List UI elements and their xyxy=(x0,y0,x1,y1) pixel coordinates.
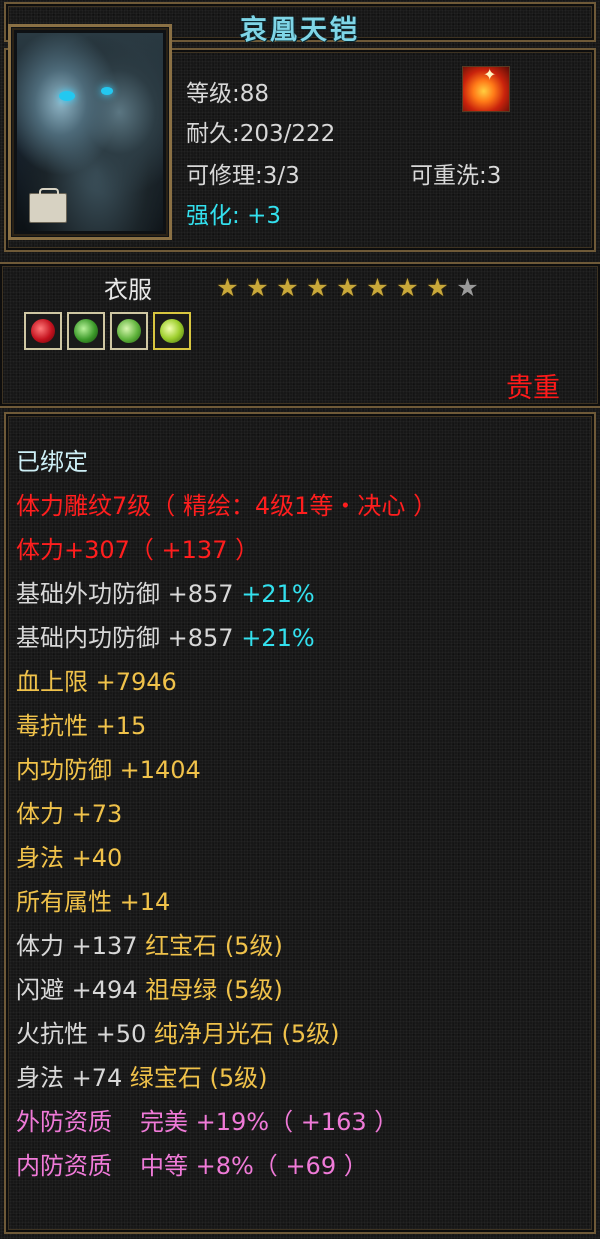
attribute-row: 体力 +137 红宝石 (5级) xyxy=(16,932,283,960)
star-filled-icon: ★ xyxy=(426,273,449,302)
level-stat: 等级:88 xyxy=(186,81,270,107)
star-filled-icon: ★ xyxy=(306,273,329,302)
repairable-stat: 可修理:3/3 xyxy=(186,163,300,189)
bound-lock-icon xyxy=(29,188,67,223)
attribute-row: 体力 +73 xyxy=(16,800,123,828)
attribute-row: 所有属性 +14 xyxy=(16,888,171,916)
attribute-row: 血上限 +7946 xyxy=(16,668,177,696)
attribute-row: 身法 +40 xyxy=(16,844,123,872)
attribute-row: 毒抗性 +15 xyxy=(16,712,147,740)
durability-stat: 耐久:203/222 xyxy=(186,121,336,147)
star-filled-icon: ★ xyxy=(276,273,299,302)
star-empty-icon: ★ xyxy=(456,273,479,302)
attribute-row: 内功防御 +1404 xyxy=(16,756,201,784)
star-filled-icon: ★ xyxy=(336,273,359,302)
star-filled-icon: ★ xyxy=(396,273,419,302)
star-rating: ★ ★ ★ ★ ★ ★ ★ ★ ★ xyxy=(214,274,481,302)
attribute-row: 体力+307（ +137 ） xyxy=(16,536,260,564)
red-gem-icon[interactable] xyxy=(24,312,62,350)
attribute-row: 火抗性 +50 纯净月光石 (5级) xyxy=(16,1020,340,1048)
enhance-stat: 强化: +3 xyxy=(186,203,281,229)
jade-gem-icon[interactable] xyxy=(110,312,148,350)
armor-eye-right xyxy=(101,87,113,95)
attribute-row: 闪避 +494 祖母绿 (5级) xyxy=(16,976,283,1004)
attribute-row: 已绑定 xyxy=(16,448,88,476)
attribute-row: 内防资质 中等 +8%（ +69 ） xyxy=(16,1152,368,1180)
gem-slots xyxy=(24,312,191,350)
item-tooltip: 哀凰天铠 等级:88 耐久:203/222 可修理:3/3 可重洗:3 强化: … xyxy=(0,0,600,1239)
rarity-label: 贵重 xyxy=(506,373,560,404)
item-type: 衣服 xyxy=(104,276,152,304)
item-portrait xyxy=(8,24,172,240)
attribute-row: 体力雕纹7级（ 精绘：4级1等・决心 ） xyxy=(16,492,438,520)
attribute-row: 基础内功防御 +857 +21% xyxy=(16,624,315,652)
green-gem-icon[interactable] xyxy=(67,312,105,350)
attribute-list: 已绑定 体力雕纹7级（ 精绘：4级1等・决心 ） 体力+307（ +137 ） … xyxy=(16,440,437,1188)
phoenix-badge-icon xyxy=(462,65,510,112)
attribute-row: 身法 +74 绿宝石 (5级) xyxy=(16,1064,268,1092)
attribute-row: 外防资质 完美 +19%（ +163 ） xyxy=(16,1108,399,1136)
star-filled-icon: ★ xyxy=(216,273,239,302)
yellow-green-gem-icon[interactable] xyxy=(153,312,191,350)
armor-eye-left xyxy=(59,91,75,101)
star-filled-icon: ★ xyxy=(246,273,269,302)
star-filled-icon: ★ xyxy=(366,273,389,302)
armor-image xyxy=(17,33,163,231)
rewash-stat: 可重洗:3 xyxy=(410,163,502,189)
attribute-row: 基础外功防御 +857 +21% xyxy=(16,580,315,608)
